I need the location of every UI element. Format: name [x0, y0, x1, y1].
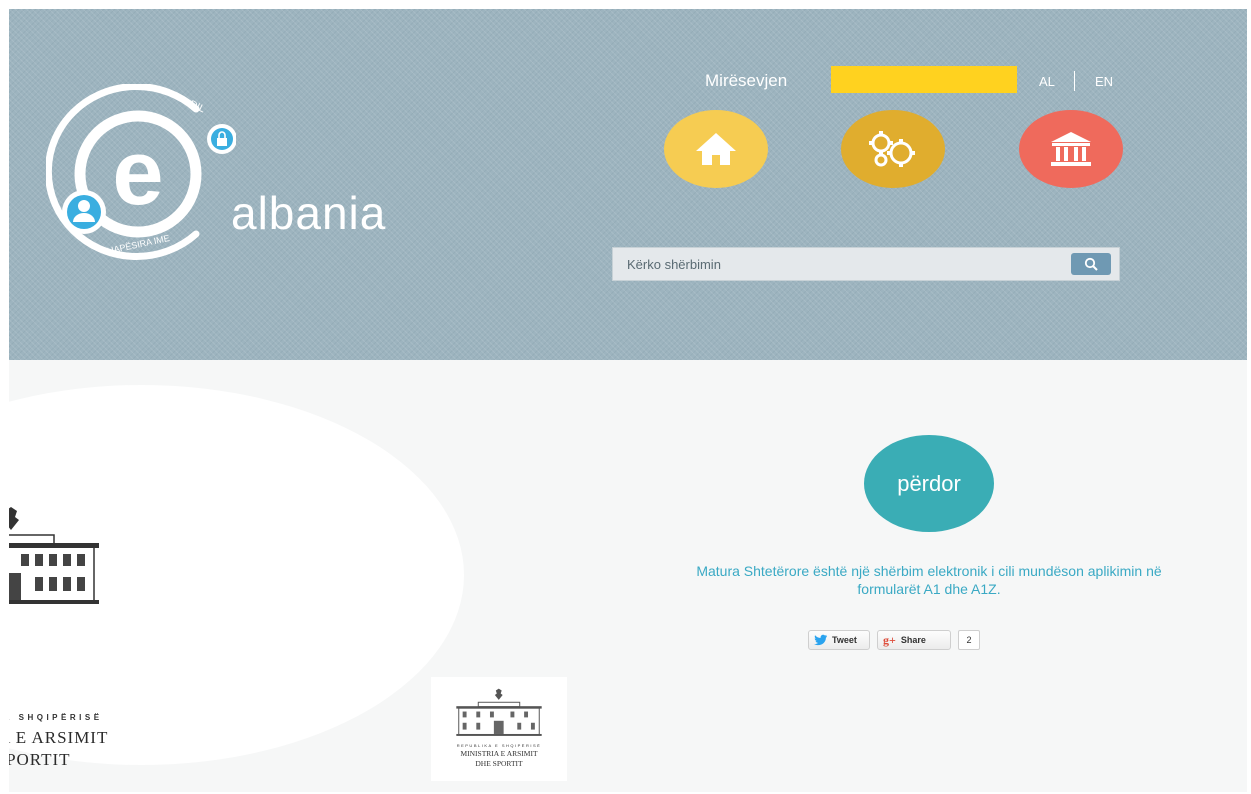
ministry-logo: Informacione REPUBLIKA E SHQIPËRISË MINI…	[9, 507, 149, 769]
institutions-button[interactable]	[1019, 110, 1123, 188]
home-icon	[696, 133, 736, 165]
lang-en-link[interactable]: EN	[1095, 74, 1113, 89]
ministry-building-icon	[456, 688, 542, 736]
institution-icon	[1051, 132, 1091, 166]
lang-al-link[interactable]: AL	[1039, 74, 1055, 89]
search-button[interactable]	[1071, 253, 1111, 275]
share-label: Share	[900, 635, 926, 645]
ministry-building-icon	[9, 507, 99, 604]
service-content: Informacione REPUBLIKA E SHQIPËRISË MINI…	[9, 360, 1247, 792]
overlay-caption: Informacione	[9, 675, 109, 700]
e-albania-logo[interactable]: e DIL HAPËSIRA IME albania	[46, 84, 416, 284]
thumb-ministry-line2: DHE SPORTIT	[475, 759, 523, 768]
search-icon	[1084, 257, 1098, 271]
google-plus-icon: g+	[883, 632, 896, 647]
ministry-name-line2: DHE SPORTIT	[9, 750, 71, 769]
search-input[interactable]	[613, 248, 1063, 280]
e-logo-icon: e DIL HAPËSIRA IME	[46, 84, 236, 260]
logo-wordmark: albania	[231, 187, 387, 239]
service-image-circle: Informacione REPUBLIKA E SHQIPËRISË MINI…	[9, 385, 464, 769]
ministry-thumbnail[interactable]: REPUBLIKA E SHQIPËRISË MINISTRIA E ARSIM…	[431, 677, 567, 781]
thumb-republic-label: REPUBLIKA E SHQIPËRISË	[456, 743, 542, 748]
service-description: Matura Shtetërore është një shërbim elek…	[696, 563, 1162, 597]
home-button[interactable]	[664, 110, 768, 188]
thumb-ministry-line1: MINISTRIA E ARSIMIT	[460, 749, 538, 758]
share-count: 2	[958, 630, 980, 650]
use-service-button[interactable]: përdor	[864, 435, 994, 532]
services-button[interactable]	[841, 110, 945, 188]
tweet-label: Tweet	[832, 635, 857, 645]
twitter-bird-icon	[814, 634, 827, 646]
lang-divider	[1074, 71, 1075, 91]
gears-icon	[869, 131, 915, 167]
republic-label: REPUBLIKA E SHQIPËRISË	[9, 713, 103, 722]
google-share-button[interactable]: g+ Share	[877, 630, 951, 650]
svg-text:e: e	[112, 122, 163, 224]
username-redacted	[831, 66, 1017, 93]
svg-text:DIL: DIL	[188, 99, 207, 116]
welcome-text: Mirësevjen	[705, 71, 788, 90]
header-banner: e DIL HAPËSIRA IME albania Mirësevjen AL…	[9, 9, 1247, 360]
ministry-name-line1: MINISTRIA E ARSIMIT	[9, 728, 109, 747]
search-bar	[612, 247, 1120, 281]
tweet-button[interactable]: Tweet	[808, 630, 870, 650]
